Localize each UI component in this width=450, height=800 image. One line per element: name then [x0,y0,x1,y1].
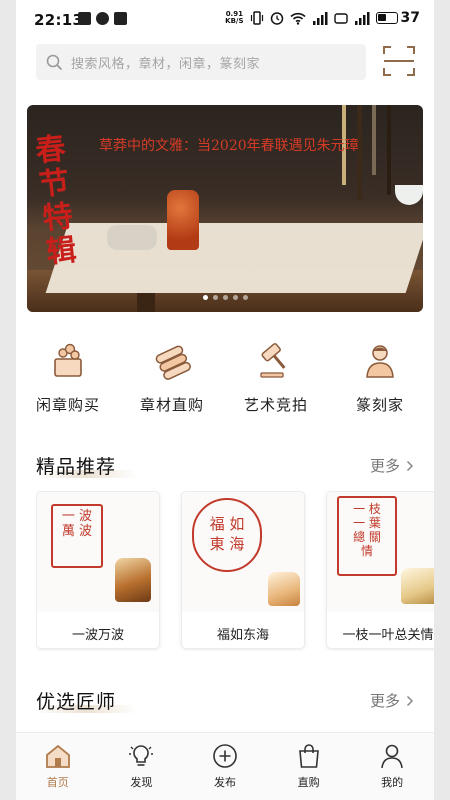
lightbulb-icon [129,745,154,766]
scan-icon[interactable] [382,44,416,78]
search-icon [46,54,63,70]
masters-section-header: 优选匠师 更多 [36,687,414,717]
banner-brush [372,105,376,175]
product-card[interactable]: 一 波萬 波 一波万波 [36,491,160,649]
plus-circle-icon [213,744,237,768]
seal-stone [268,572,300,606]
nav-home[interactable]: 首页 [16,733,100,800]
banner-dot[interactable] [232,295,238,300]
search-input[interactable]: 搜索风格，章材，闲章，篆刻家 [36,44,366,80]
notification-icon [78,12,91,25]
promo-banner[interactable]: 草莽中的文雅：当2020年春联遇见朱元璋 春节特辑 [27,105,423,312]
wifi-icon [289,12,306,25]
nav-discover[interactable]: 发现 [100,733,184,800]
category-label: 章材直购 [139,396,204,414]
seal-impression: 福 如東 海 [192,498,262,572]
status-time: 22:13 [34,11,84,29]
banner-title: 草莽中的文雅：当2020年春联遇见朱元璋 [99,138,359,154]
banner-vertical-text: 春节特辑 [33,131,79,271]
auction-gavel-icon [260,343,286,378]
chevron-right-icon [406,695,414,706]
product-name: 一枝一叶总关情 [342,628,434,643]
alarm-icon [270,12,283,25]
banner-stone [107,225,157,250]
nav-label: 首页 [46,776,69,789]
product-name: 一波万波 [71,628,124,643]
app-screen: 22:13 0.91 KB/S 37 搜索风格，章材，闲章，篆刻家 草莽中的文雅… [16,0,434,800]
nav-label: 发现 [130,776,153,789]
nav-label: 发布 [213,776,236,789]
banner-brush [387,105,391,195]
banner-dot[interactable] [222,295,228,300]
banner-pagination [27,295,423,300]
seal-purchase-icon [54,343,82,377]
message-icon [96,12,109,25]
battery: 37 [375,10,420,26]
network-speed: 0.91 KB/S [225,11,243,25]
notification-icons [78,12,127,25]
battery-icon [375,12,398,24]
recommend-title: 精品推荐 [36,456,117,478]
masters-title: 优选匠师 [36,691,117,713]
product-name: 福如东海 [216,628,269,643]
category-carver[interactable]: 篆刻家 [330,340,430,415]
nav-direct-buy[interactable]: 直购 [267,733,351,800]
stone-material-icon [155,345,191,380]
search-placeholder: 搜索风格，章材，闲章，篆刻家 [71,56,261,72]
category-auction[interactable]: 艺术竞拍 [226,340,326,415]
banner-paper [45,223,423,293]
banner-seal [167,190,199,250]
seal-impression: 一 枝一 葉總 關情 [337,496,397,576]
vibrate-icon [250,11,263,25]
carver-person-icon [366,345,394,378]
home-icon [45,744,70,768]
category-seal-purchase[interactable]: 闲章购买 [18,340,118,415]
recommend-more-link[interactable]: 更多 [370,455,414,476]
bottom-nav: 首页 发现 发布 直购 我的 [16,732,434,800]
banner-dot[interactable] [212,295,218,300]
recommend-cards: 一 波萬 波 一波万波 福 如東 海 福如东海 一 枝一 葉總 關情 一枝一叶总… [36,491,434,651]
seal-stone [401,568,434,604]
recommend-section-header: 精品推荐 更多 [36,452,414,482]
shopping-bag-icon [298,744,319,768]
banner-dot[interactable] [202,295,208,300]
category-label: 艺术竞拍 [243,396,308,414]
signal-4g-icon [312,11,328,25]
category-row: 闲章购买 章材直购 艺术竞拍 篆刻家 [16,340,434,420]
chevron-right-icon [406,460,414,471]
product-image: 一 波萬 波 [37,492,159,612]
seal-impression: 一 波萬 波 [51,504,103,568]
seal-stone [115,558,151,602]
product-card[interactable]: 福 如東 海 福如东海 [181,491,305,649]
category-label: 闲章购买 [35,396,100,414]
battery-level: 37 [400,10,420,26]
banner-dot[interactable] [242,295,248,300]
app-notification-icon [114,12,127,25]
profile-icon [381,744,403,769]
banner-bowl [395,185,423,205]
category-label: 篆刻家 [355,396,404,414]
banner-table-leg [137,290,155,312]
hd-icon [333,12,348,24]
signal-icon [354,11,370,25]
nav-publish[interactable]: 发布 [183,733,267,800]
network-speed-unit: KB/S [225,17,244,25]
status-bar: 22:13 0.91 KB/S 37 [16,0,434,40]
nav-profile[interactable]: 我的 [350,733,434,800]
status-right: 0.91 KB/S 37 [225,10,420,26]
product-image: 一 枝一 葉總 關情 [327,492,434,612]
more-label: 更多 [369,692,400,710]
nav-label: 我的 [381,776,404,789]
nav-label: 直购 [297,776,320,789]
more-label: 更多 [369,457,400,475]
masters-more-link[interactable]: 更多 [370,690,414,711]
product-card[interactable]: 一 枝一 葉總 關情 一枝一叶总关情 [326,491,434,649]
product-image: 福 如東 海 [182,492,304,612]
category-stone-material[interactable]: 章材直购 [122,340,222,415]
